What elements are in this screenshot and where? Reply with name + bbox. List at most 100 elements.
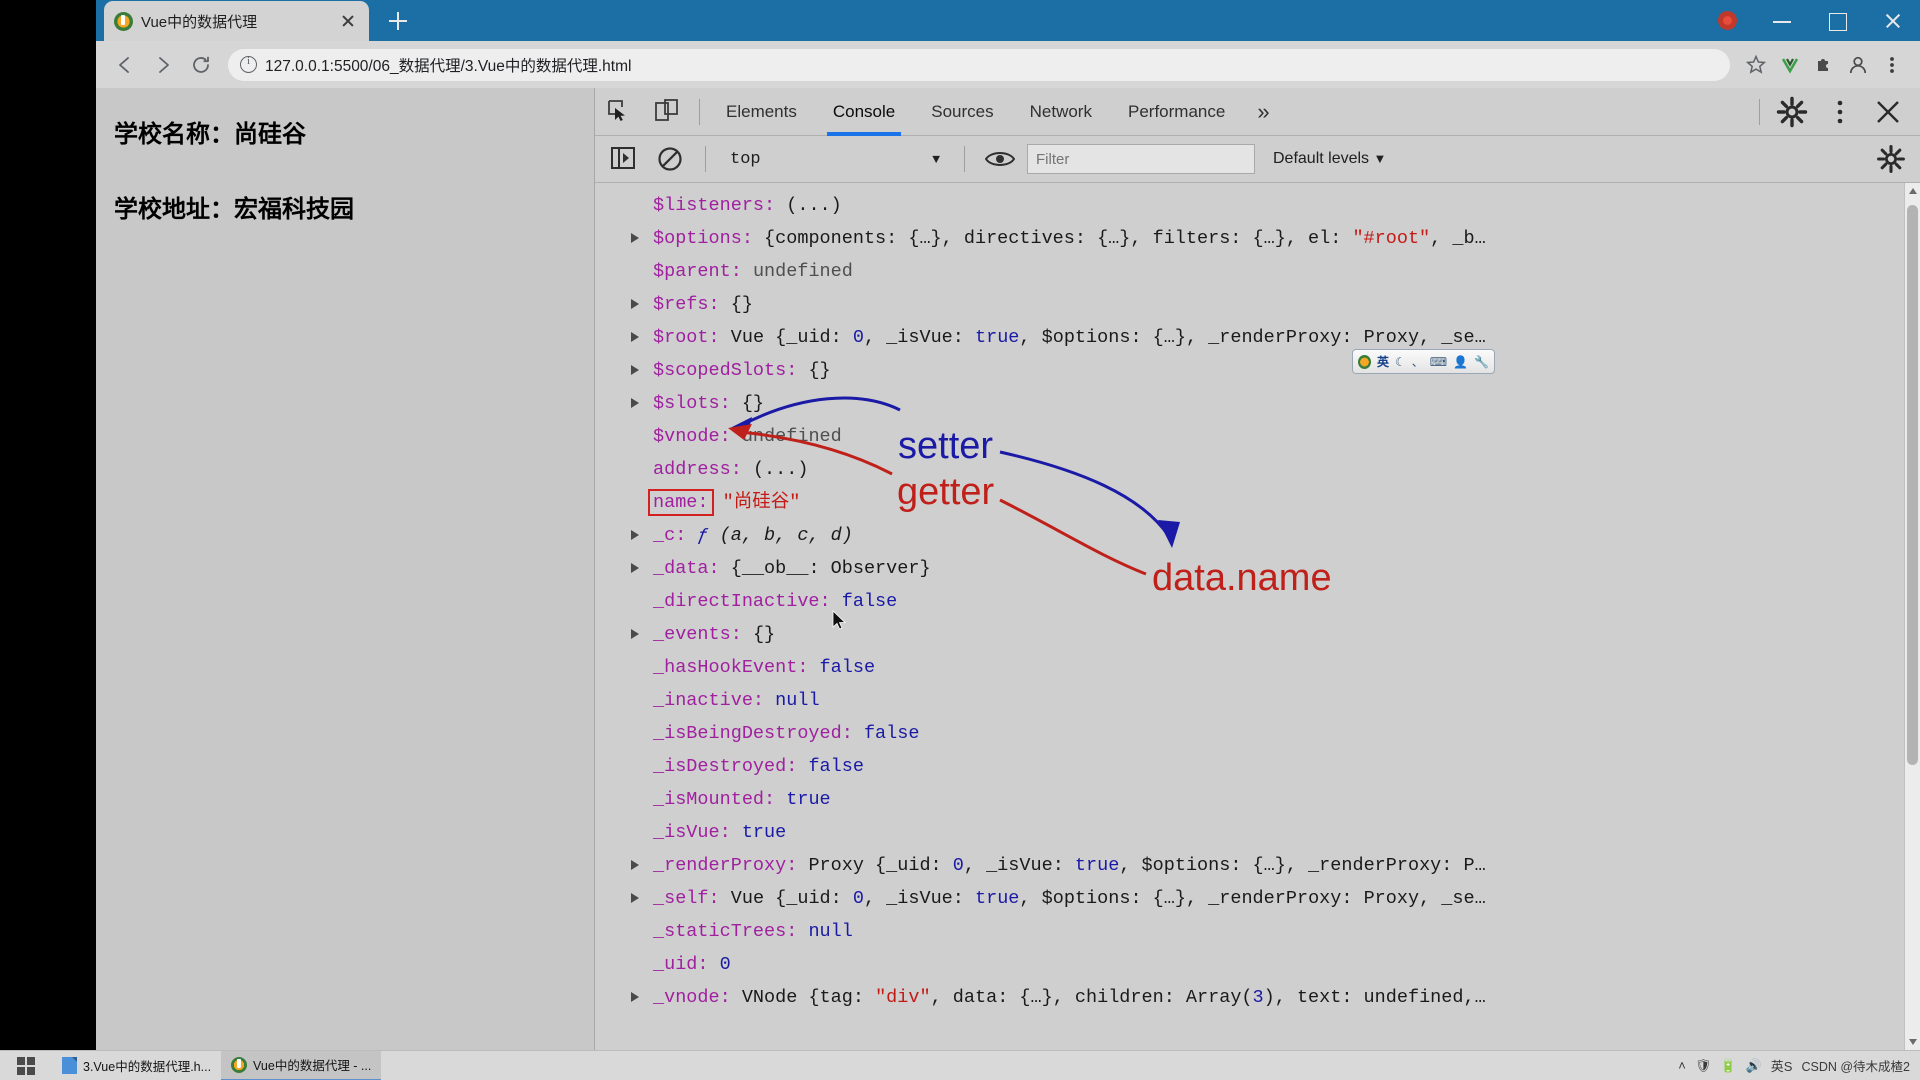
scroll-down-icon[interactable] — [1905, 1032, 1920, 1050]
record-indicator-icon[interactable] — [1700, 0, 1755, 41]
property-value: (...) — [786, 195, 842, 216]
log-level-selector[interactable]: Default levels ▼ — [1263, 150, 1386, 168]
expand-triangle-icon[interactable] — [631, 365, 639, 375]
console-property-row[interactable]: _isDestroyed: false — [653, 750, 1920, 783]
console-output[interactable]: $listeners: (...) $options: {components: … — [595, 183, 1920, 1050]
console-property-row[interactable]: $vnode: undefined — [653, 420, 1920, 453]
console-property-row[interactable]: _self: Vue {_uid: 0, _isVue: true, $opti… — [631, 882, 1920, 915]
console-property-row[interactable]: _isVue: true — [653, 816, 1920, 849]
expand-triangle-icon[interactable] — [631, 332, 639, 342]
console-filter-bar: top ▼ Default levels ▼ — [595, 136, 1920, 183]
console-property-row[interactable]: _c: ƒ (a, b, c, d) — [631, 519, 1920, 552]
console-property-row[interactable]: _isMounted: true — [653, 783, 1920, 816]
device-toolbar-icon[interactable] — [643, 88, 691, 136]
property-key: _c: — [653, 525, 687, 546]
console-property-row[interactable]: $refs: {} — [631, 288, 1920, 321]
keyboard-icon[interactable]: ⌨ — [1430, 355, 1447, 369]
bookmark-star-icon[interactable] — [1740, 49, 1772, 81]
expand-triangle-icon[interactable] — [631, 629, 639, 639]
console-property-row[interactable]: _isBeingDestroyed: false — [653, 717, 1920, 750]
annotation-label: getter — [897, 471, 995, 513]
new-tab-button[interactable] — [381, 4, 415, 38]
volume-icon[interactable]: 🔊 — [1746, 1058, 1762, 1074]
expand-triangle-icon[interactable] — [631, 530, 639, 540]
console-property-row[interactable]: name: "尚硅谷" — [648, 486, 1920, 519]
tab-performance[interactable]: Performance — [1110, 88, 1243, 136]
console-property-row[interactable]: _hasHookEvent: false — [653, 651, 1920, 684]
expand-triangle-icon[interactable] — [631, 860, 639, 870]
ime-mode-label[interactable]: 英 — [1377, 353, 1389, 370]
clear-console-icon[interactable] — [651, 142, 689, 176]
console-scrollbar[interactable] — [1904, 183, 1920, 1050]
scroll-up-icon[interactable] — [1905, 183, 1920, 201]
extension-v-icon[interactable] — [1774, 49, 1806, 81]
property-key: $root: — [653, 327, 720, 348]
console-property-row[interactable]: _staticTrees: null — [653, 915, 1920, 948]
reload-icon[interactable] — [184, 48, 218, 82]
minimize-button[interactable] — [1755, 0, 1810, 41]
console-property-row[interactable]: _inactive: null — [653, 684, 1920, 717]
expand-triangle-icon[interactable] — [631, 893, 639, 903]
live-expression-icon[interactable] — [981, 142, 1019, 176]
console-property-row[interactable]: _uid: 0 — [653, 948, 1920, 981]
maximize-button[interactable] — [1810, 0, 1865, 41]
expand-triangle-icon[interactable] — [631, 299, 639, 309]
avatar[interactable] — [1842, 49, 1874, 81]
back-arrow-icon[interactable] — [108, 48, 142, 82]
more-vertical-icon[interactable] — [1816, 88, 1864, 136]
school-address-text: 学校地址：宏福科技园 — [114, 196, 354, 223]
tab-network[interactable]: Network — [1012, 88, 1110, 136]
property-value: {components: {…}, directives: {…}, filte… — [764, 228, 1486, 249]
moon-icon[interactable]: ☾ — [1395, 355, 1406, 369]
chevron-up-icon[interactable]: ˄ — [1678, 1058, 1686, 1073]
property-key: _isBeingDestroyed: — [653, 723, 853, 744]
expand-triangle-icon[interactable] — [631, 398, 639, 408]
forward-arrow-icon[interactable] — [146, 48, 180, 82]
console-property-row[interactable]: $slots: {} — [631, 387, 1920, 420]
inspect-element-icon[interactable] — [595, 88, 643, 136]
property-key: _data: — [653, 558, 720, 579]
scrollbar-thumb[interactable] — [1907, 205, 1918, 765]
taskbar-item-document[interactable]: 3.Vue中的数据代理.h... — [52, 1051, 221, 1080]
tab-console[interactable]: Console — [815, 88, 913, 136]
property-key: _isVue: — [653, 822, 731, 843]
user-icon[interactable]: 👤 — [1453, 355, 1468, 369]
more-tabs-icon[interactable]: » — [1243, 99, 1283, 125]
close-icon[interactable] — [337, 10, 359, 32]
more-vertical-icon[interactable] — [1876, 49, 1908, 81]
console-property-row[interactable]: $options: {components: {…}, directives: … — [631, 222, 1920, 255]
ime-toolbar[interactable]: 英 ☾ 、 ⌨ 👤 🔧 — [1352, 349, 1495, 374]
windows-start-icon[interactable] — [0, 1051, 52, 1080]
browser-tab[interactable]: Vue中的数据代理 — [104, 1, 369, 41]
expand-triangle-icon[interactable] — [631, 233, 639, 243]
expand-triangle-icon[interactable] — [631, 563, 639, 573]
ime-indicator[interactable]: 英S — [1771, 1056, 1793, 1075]
expand-triangle-icon[interactable] — [631, 992, 639, 1002]
filter-input[interactable] — [1027, 144, 1255, 174]
console-property-row[interactable]: $scopedSlots: {} — [631, 354, 1920, 387]
tools-icon[interactable]: 🔧 — [1474, 355, 1489, 369]
address-bar[interactable]: 127.0.0.1:5500/06_数据代理/3.Vue中的数据代理.html — [228, 48, 1730, 81]
tab-elements[interactable]: Elements — [708, 88, 815, 136]
battery-icon[interactable]: 🔋 — [1720, 1058, 1736, 1074]
context-selector[interactable]: top ▼ — [722, 145, 948, 173]
tab-sources[interactable]: Sources — [913, 88, 1011, 136]
security-icon[interactable]: 🛡 — [1695, 1058, 1712, 1074]
console-sidebar-icon[interactable] — [605, 142, 643, 176]
close-devtools-icon[interactable] — [1864, 88, 1912, 136]
comma-icon[interactable]: 、 — [1412, 353, 1424, 370]
console-property-row[interactable]: $listeners: (...) — [653, 189, 1920, 222]
console-property-row[interactable]: _renderProxy: Proxy {_uid: 0, _isVue: tr… — [631, 849, 1920, 882]
mouse-cursor-icon — [832, 610, 846, 630]
console-settings-icon[interactable] — [1872, 142, 1910, 176]
settings-gear-icon[interactable] — [1768, 88, 1816, 136]
site-info-icon[interactable] — [240, 55, 257, 73]
extensions-puzzle-icon[interactable] — [1808, 49, 1840, 81]
property-key: $options: — [653, 228, 753, 249]
console-property-row[interactable]: address: (...) — [653, 453, 1920, 486]
close-window-button[interactable] — [1865, 0, 1920, 41]
console-property-row[interactable]: $root: Vue {_uid: 0, _isVue: true, $opti… — [631, 321, 1920, 354]
console-property-row[interactable]: _vnode: VNode {tag: "div", data: {…}, ch… — [631, 981, 1920, 1014]
console-property-row[interactable]: $parent: undefined — [653, 255, 1920, 288]
taskbar-item-chrome[interactable]: Vue中的数据代理 - ... — [221, 1050, 382, 1080]
